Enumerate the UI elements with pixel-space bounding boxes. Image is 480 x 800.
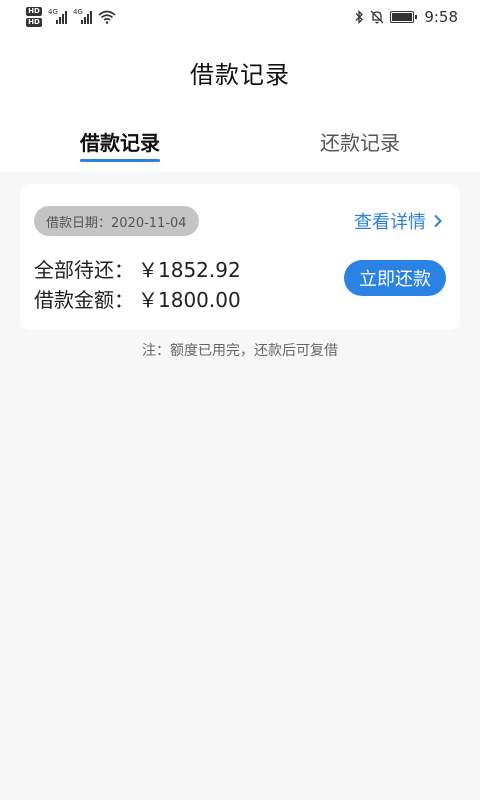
chevron-right-icon — [434, 214, 442, 228]
repay-now-button[interactable]: 立即还款 — [344, 260, 446, 296]
active-tab-indicator — [80, 159, 160, 162]
hd-badge: HD — [26, 18, 42, 27]
tab-label: 借款记录 — [80, 130, 160, 155]
total-due-value: ￥1852.92 — [138, 258, 241, 282]
status-time: 9:58 — [424, 8, 458, 26]
loan-date-badge: 借款日期：2020-11-04 — [34, 206, 199, 236]
hd-badge: HD — [26, 7, 42, 16]
battery-icon — [390, 11, 418, 23]
view-details-label: 查看详情 — [354, 212, 426, 233]
credit-note: 注：额度已用完，还款后可复借 — [142, 343, 338, 359]
header: 借款记录 — [0, 34, 480, 110]
signal-tag: 4G — [48, 8, 58, 16]
wifi-icon — [98, 10, 116, 24]
view-details-link[interactable]: 查看详情 — [354, 208, 442, 234]
tab-label: 还款记录 — [320, 130, 400, 155]
page-title: 借款记录 — [190, 60, 290, 89]
loan-amount-row: 借款金额： ￥1800.00 — [34, 284, 241, 313]
screen: HD HD 4G 4G 9:58 借款记录 借款记录 还款记录 借款日期：202… — [0, 0, 480, 800]
bluetooth-icon — [354, 10, 364, 24]
signal-icon: 4G — [73, 8, 92, 24]
tab-bar: 借款记录 还款记录 — [0, 110, 480, 172]
total-due-row: 全部待还： ￥1852.92 — [34, 254, 241, 283]
total-due-label: 全部待还： — [34, 258, 134, 282]
status-bar: HD HD 4G 4G 9:58 — [0, 0, 480, 34]
status-right: 9:58 — [354, 8, 458, 26]
loan-amount-label: 借款金额： — [34, 288, 134, 312]
hd-indicators: HD HD — [26, 7, 42, 27]
tab-repayment-records[interactable]: 还款记录 — [240, 110, 480, 172]
tab-loan-records[interactable]: 借款记录 — [0, 110, 240, 172]
status-left: HD HD 4G 4G — [26, 7, 116, 27]
loan-record-card: 借款日期：2020-11-04 查看详情 全部待还： ￥1852.92 借款金额… — [20, 184, 460, 330]
signal-icon: 4G — [48, 8, 67, 24]
mute-bell-icon — [370, 10, 384, 24]
signal-tag: 4G — [73, 8, 83, 16]
loan-amount-value: ￥1800.00 — [138, 288, 241, 312]
